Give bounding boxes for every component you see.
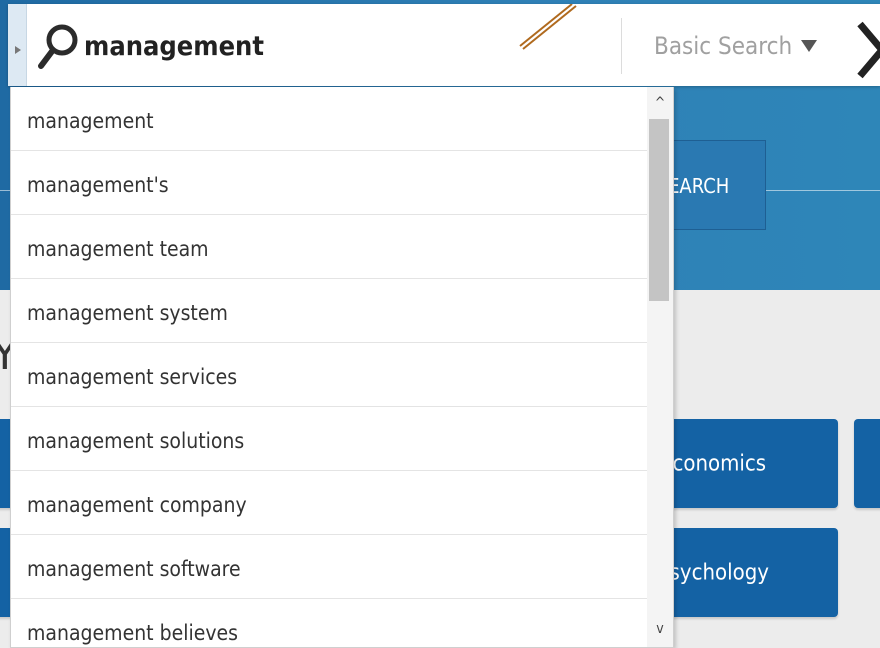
- suggestion-item[interactable]: management company: [11, 471, 647, 535]
- suggestion-item[interactable]: management software: [11, 535, 647, 599]
- dropdown-scrollbar[interactable]: ^ v: [647, 87, 673, 647]
- suggestion-item[interactable]: management team: [11, 215, 647, 279]
- chevron-down-icon[interactable]: [801, 40, 817, 52]
- bar-divider: [621, 18, 622, 74]
- search-bar: Basic Search: [8, 4, 880, 86]
- suggestion-item[interactable]: management solutions: [11, 407, 647, 471]
- suggestion-list: management management's management team …: [11, 87, 647, 647]
- search-mode-select[interactable]: Basic Search: [654, 26, 792, 66]
- scroll-down-arrow-icon[interactable]: v: [647, 617, 673, 641]
- category-label: Psychology: [658, 560, 769, 585]
- suggestion-item[interactable]: management system: [11, 279, 647, 343]
- scroll-up-arrow-icon[interactable]: ^: [647, 91, 673, 115]
- search-input[interactable]: [84, 26, 504, 66]
- scroll-thumb[interactable]: [649, 119, 669, 301]
- suggestion-item[interactable]: management's: [11, 151, 647, 215]
- search-icon[interactable]: [36, 22, 80, 72]
- pen-mark-decoration: [519, 4, 577, 50]
- expand-handle[interactable]: [8, 4, 27, 86]
- category-tile-partial[interactable]: [854, 419, 880, 508]
- suggestion-item[interactable]: management believes: [11, 599, 647, 647]
- suggestion-item[interactable]: management services: [11, 343, 647, 407]
- autocomplete-dropdown: management management's management team …: [10, 87, 674, 648]
- chevron-right-icon[interactable]: [854, 20, 880, 80]
- category-label: Economics: [660, 451, 767, 476]
- suggestion-item[interactable]: management: [11, 87, 647, 151]
